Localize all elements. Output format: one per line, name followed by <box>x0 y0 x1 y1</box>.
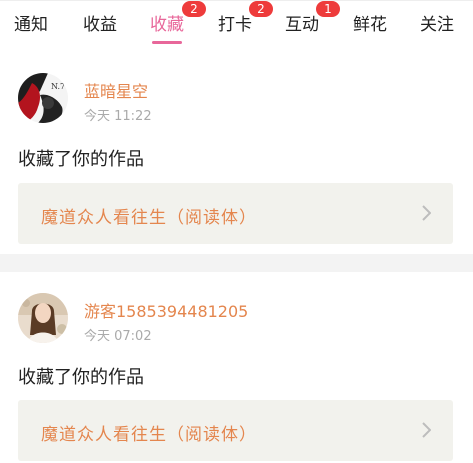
girl-photo-avatar-icon <box>18 293 68 343</box>
timestamp: 今天 07:02 <box>84 329 152 344</box>
tab-label: 关注 <box>420 15 454 35</box>
avatar[interactable] <box>18 293 68 343</box>
action-text: 收藏了你的作品 <box>18 367 144 388</box>
tab-label: 鲜花 <box>353 15 387 35</box>
badge-favorites-count: 2 <box>182 1 206 17</box>
avatar[interactable]: N.7 <box>18 73 68 123</box>
tab-follows[interactable]: 关注 <box>420 14 454 36</box>
tab-label: 收益 <box>83 15 117 35</box>
tab-label: 通知 <box>14 15 48 35</box>
tab-checkin[interactable]: 打卡 <box>218 14 252 36</box>
tab-flowers[interactable]: 鲜花 <box>353 14 387 36</box>
tab-favorites[interactable]: 收藏 <box>150 14 184 44</box>
chevron-right-icon <box>422 205 431 221</box>
timestamp: 今天 11:22 <box>84 109 152 124</box>
tab-earnings[interactable]: 收益 <box>83 14 117 36</box>
action-text: 收藏了你的作品 <box>18 149 144 170</box>
section-divider <box>0 254 473 272</box>
active-tab-indicator <box>152 41 182 44</box>
tab-bar: 通知 收益 收藏 打卡 互动 鲜花 关注 2 2 1 <box>0 0 473 49</box>
work-title: 魔道众人看往生（阅读体） <box>41 208 257 228</box>
badge-interactions-count: 1 <box>316 1 340 17</box>
work-link[interactable]: 魔道众人看往生（阅读体） <box>18 400 453 461</box>
tab-label: 收藏 <box>150 15 184 35</box>
tab-label: 打卡 <box>218 15 252 35</box>
chevron-right-icon <box>422 422 431 438</box>
notification-item: N.7 蓝暗星空 今天 11:22 收藏了你的作品 魔道众人看往生（阅读体） <box>0 49 473 254</box>
work-title: 魔道众人看往生（阅读体） <box>41 425 257 445</box>
badge-checkin-count: 2 <box>249 1 273 17</box>
work-link[interactable]: 魔道众人看往生（阅读体） <box>18 183 453 244</box>
notification-item: 游客1585394481205 今天 07:02 收藏了你的作品 魔道众人看往生… <box>0 272 473 463</box>
username[interactable]: 游客1585394481205 <box>84 298 248 322</box>
tab-interactions[interactable]: 互动 <box>285 14 319 36</box>
dark-red-figure-avatar-icon: N.7 <box>18 73 68 123</box>
tab-label: 互动 <box>285 15 319 35</box>
svg-text:N.7: N.7 <box>51 82 65 91</box>
username[interactable]: 蓝暗星空 <box>84 78 148 102</box>
tab-notifications[interactable]: 通知 <box>14 14 48 36</box>
